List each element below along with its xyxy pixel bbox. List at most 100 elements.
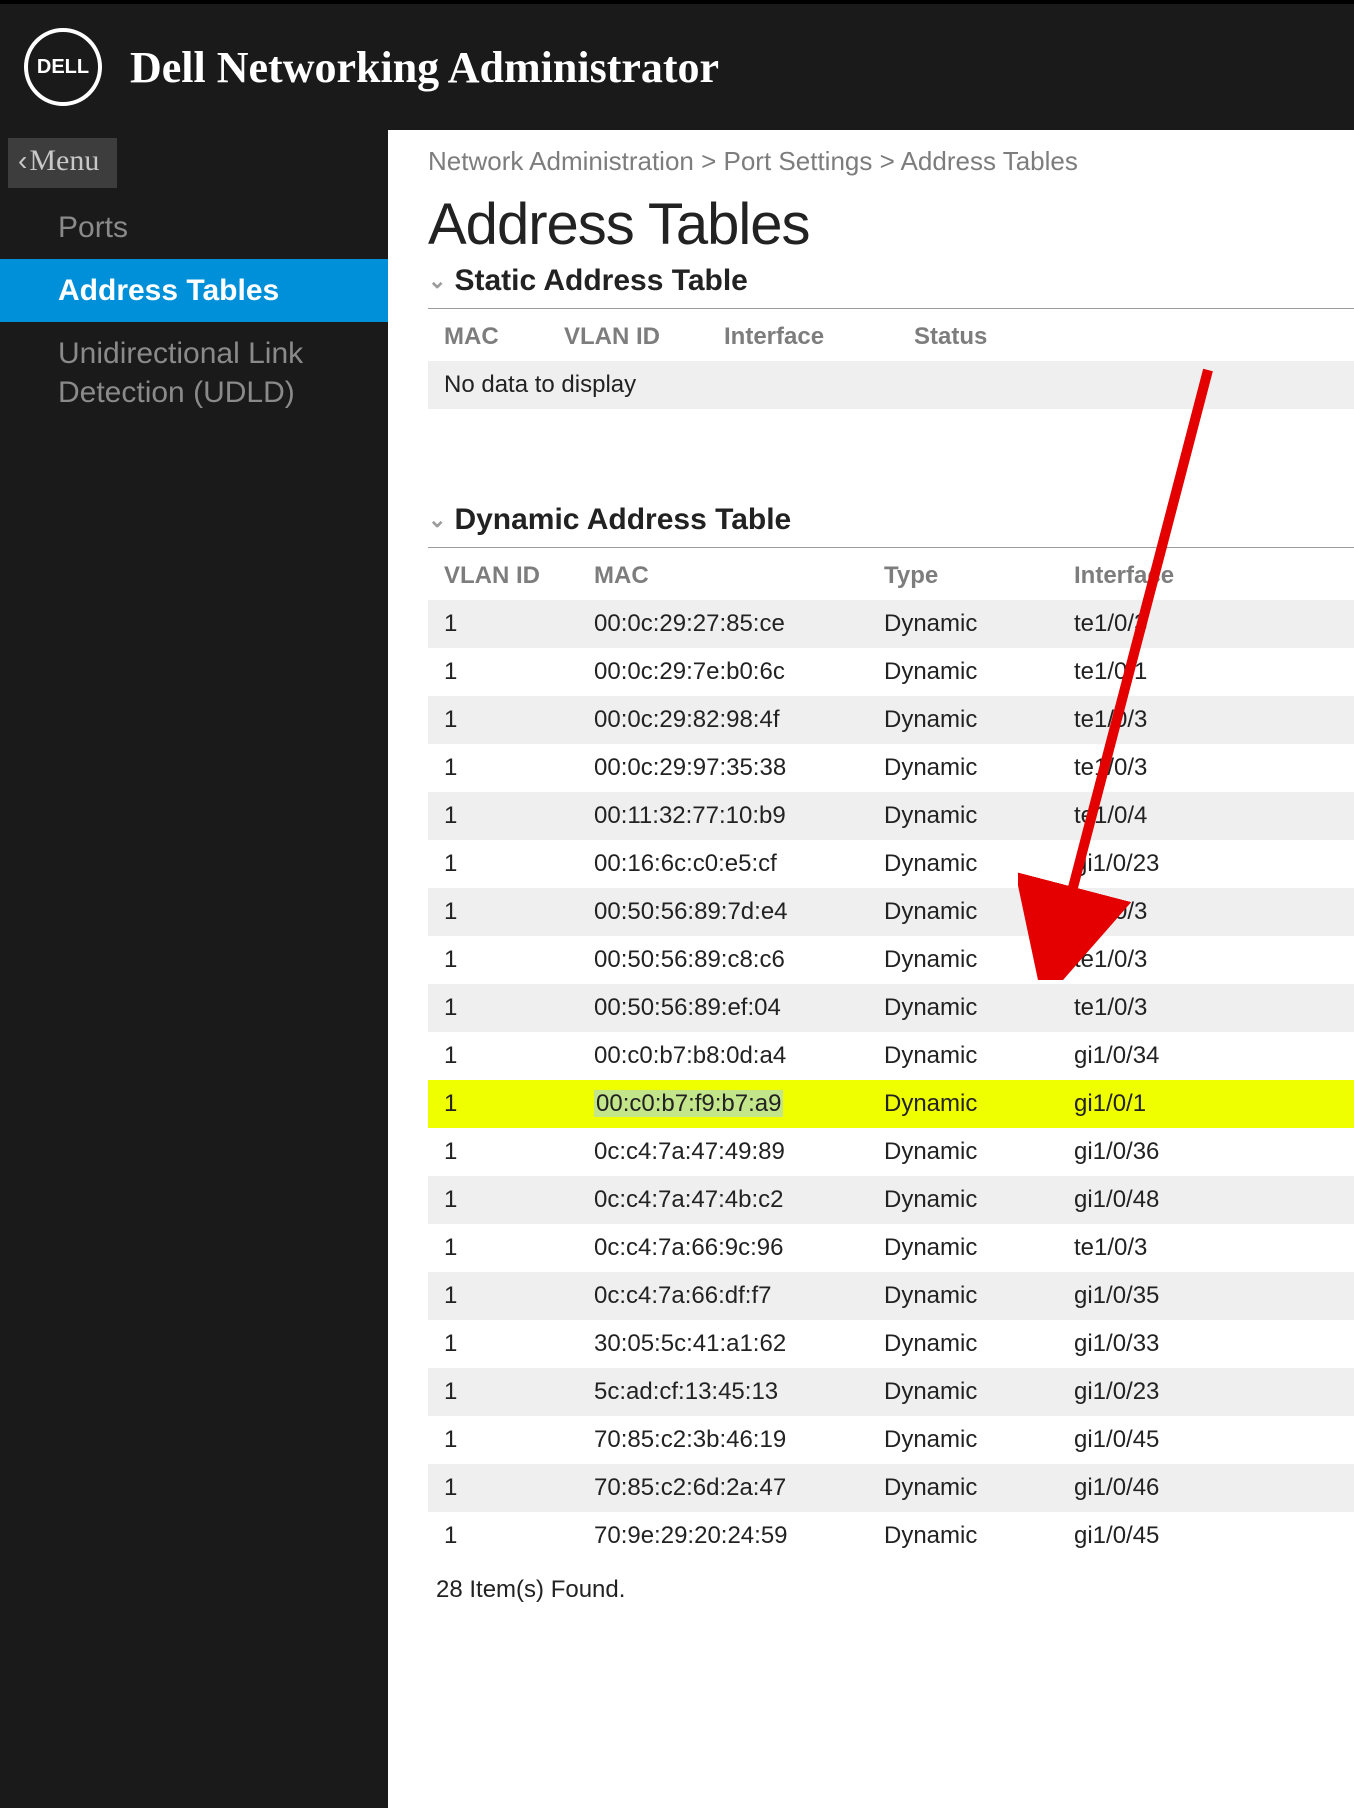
sidebar-item[interactable]: Address Tables [0,259,388,322]
column-header[interactable]: Status [898,313,1354,361]
cell-type: Dynamic [868,1128,1058,1176]
cell-type: Dynamic [868,888,1058,936]
cell-type: Dynamic [868,1176,1058,1224]
column-header[interactable]: Type [868,552,1058,600]
menu-back-label: Menu [29,144,99,177]
table-row[interactable]: 10c:c4:7a:66:9c:96Dynamicte1/0/3 [428,1224,1354,1272]
dynamic-address-table: VLAN IDMACTypeInterface 100:0c:29:27:85:… [428,552,1354,1560]
cell-interface: gi1/0/23 [1058,840,1354,888]
cell-vlan: 1 [428,792,578,840]
column-header[interactable]: VLAN ID [428,552,578,600]
cell-type: Dynamic [868,936,1058,984]
breadcrumb: Network Administration > Port Settings >… [428,140,1354,191]
cell-mac: 00:c0:b7:f9:b7:a9 [578,1080,868,1128]
cell-mac: 00:0c:29:97:35:38 [578,744,868,792]
cell-mac: 00:0c:29:27:85:ce [578,600,868,648]
cell-vlan: 1 [428,744,578,792]
top-header: DELL Dell Networking Administrator [0,0,1354,130]
table-row[interactable]: 100:50:56:89:ef:04Dynamicte1/0/3 [428,984,1354,1032]
cell-interface: gi1/0/34 [1058,1032,1354,1080]
chevron-down-icon: ⌄ [428,507,446,533]
cell-vlan: 1 [428,1416,578,1464]
menu-back-button[interactable]: ‹Menu [8,138,117,188]
cell-interface: te1/0/1 [1058,648,1354,696]
cell-mac: 0c:c4:7a:47:49:89 [578,1128,868,1176]
table-row[interactable]: 100:0c:29:27:85:ceDynamicte1/0/3 [428,600,1354,648]
cell-vlan: 1 [428,696,578,744]
table-row[interactable]: 130:05:5c:41:a1:62Dynamicgi1/0/33 [428,1320,1354,1368]
cell-interface: gi1/0/36 [1058,1128,1354,1176]
cell-mac: 70:85:c2:3b:46:19 [578,1416,868,1464]
cell-interface: gi1/0/46 [1058,1464,1354,1512]
cell-vlan: 1 [428,1176,578,1224]
table-row[interactable]: 100:16:6c:c0:e5:cfDynamicgi1/0/23 [428,840,1354,888]
table-row[interactable]: 100:c0:b7:b8:0d:a4Dynamicgi1/0/34 [428,1032,1354,1080]
table-row[interactable]: 100:0c:29:82:98:4fDynamicte1/0/3 [428,696,1354,744]
cell-type: Dynamic [868,840,1058,888]
cell-mac: 0c:c4:7a:47:4b:c2 [578,1176,868,1224]
dell-logo-text: DELL [37,56,89,79]
table-empty-row: No data to display [428,361,1354,409]
table-row[interactable]: 10c:c4:7a:66:df:f7Dynamicgi1/0/35 [428,1272,1354,1320]
cell-interface: gi1/0/48 [1058,1176,1354,1224]
cell-vlan: 1 [428,1272,578,1320]
cell-interface: te1/0/3 [1058,696,1354,744]
section-static-address-table[interactable]: ⌄ Static Address Table [428,260,1354,309]
cell-mac: 00:16:6c:c0:e5:cf [578,840,868,888]
cell-interface: gi1/0/33 [1058,1320,1354,1368]
column-header[interactable]: Interface [1058,552,1354,600]
column-header[interactable]: Interface [708,313,898,361]
cell-type: Dynamic [868,696,1058,744]
table-row[interactable]: 100:50:56:89:c8:c6Dynamicte1/0/3 [428,936,1354,984]
column-header[interactable]: VLAN ID [548,313,708,361]
section-dynamic-address-table[interactable]: ⌄ Dynamic Address Table [428,499,1354,548]
cell-type: Dynamic [868,1464,1058,1512]
cell-vlan: 1 [428,1320,578,1368]
cell-mac: 70:9e:29:20:24:59 [578,1512,868,1560]
cell-interface: gi1/0/45 [1058,1512,1354,1560]
empty-text: No data to display [428,361,1354,409]
cell-mac: 0c:c4:7a:66:df:f7 [578,1272,868,1320]
cell-vlan: 1 [428,936,578,984]
table-row[interactable]: 100:0c:29:7e:b0:6cDynamicte1/0/1 [428,648,1354,696]
table-row[interactable]: 170:85:c2:6d:2a:47Dynamicgi1/0/46 [428,1464,1354,1512]
dell-logo-icon: DELL [24,28,102,106]
cell-type: Dynamic [868,744,1058,792]
cell-mac: 00:50:56:89:c8:c6 [578,936,868,984]
cell-vlan: 1 [428,1224,578,1272]
table-row[interactable]: 170:9e:29:20:24:59Dynamicgi1/0/45 [428,1512,1354,1560]
cell-mac: 30:05:5c:41:a1:62 [578,1320,868,1368]
cell-interface: te1/0/4 [1058,792,1354,840]
cell-vlan: 1 [428,600,578,648]
cell-type: Dynamic [868,648,1058,696]
table-row[interactable]: 100:c0:b7:f9:b7:a9Dynamicgi1/0/1 [428,1080,1354,1128]
cell-type: Dynamic [868,1032,1058,1080]
sidebar-item[interactable]: Unidirectional Link Detection (UDLD) [0,322,388,424]
cell-interface: gi1/0/23 [1058,1368,1354,1416]
cell-interface: te1/0/3 [1058,744,1354,792]
cell-mac: 00:11:32:77:10:b9 [578,792,868,840]
static-address-table: MACVLAN IDInterfaceStatus No data to dis… [428,313,1354,409]
cell-mac: 00:0c:29:7e:b0:6c [578,648,868,696]
column-header[interactable]: MAC [428,313,548,361]
chevron-left-icon: ‹ [18,145,27,176]
table-row[interactable]: 170:85:c2:3b:46:19Dynamicgi1/0/45 [428,1416,1354,1464]
cell-vlan: 1 [428,648,578,696]
cell-mac: 70:85:c2:6d:2a:47 [578,1464,868,1512]
table-row[interactable]: 100:11:32:77:10:b9Dynamicte1/0/4 [428,792,1354,840]
table-row[interactable]: 10c:c4:7a:47:4b:c2Dynamicgi1/0/48 [428,1176,1354,1224]
cell-mac: 00:c0:b7:b8:0d:a4 [578,1032,868,1080]
app-title: Dell Networking Administrator [130,42,719,93]
sidebar-item[interactable]: Ports [0,196,388,259]
chevron-down-icon: ⌄ [428,268,446,294]
column-header[interactable]: MAC [578,552,868,600]
table-row[interactable]: 10c:c4:7a:47:49:89Dynamicgi1/0/36 [428,1128,1354,1176]
cell-mac: 0c:c4:7a:66:9c:96 [578,1224,868,1272]
main-content: Network Administration > Port Settings >… [388,130,1354,1808]
cell-type: Dynamic [868,600,1058,648]
table-row[interactable]: 100:50:56:89:7d:e4Dynamicte1/0/3 [428,888,1354,936]
cell-interface: gi1/0/35 [1058,1272,1354,1320]
cell-vlan: 1 [428,1080,578,1128]
table-row[interactable]: 15c:ad:cf:13:45:13Dynamicgi1/0/23 [428,1368,1354,1416]
table-row[interactable]: 100:0c:29:97:35:38Dynamicte1/0/3 [428,744,1354,792]
